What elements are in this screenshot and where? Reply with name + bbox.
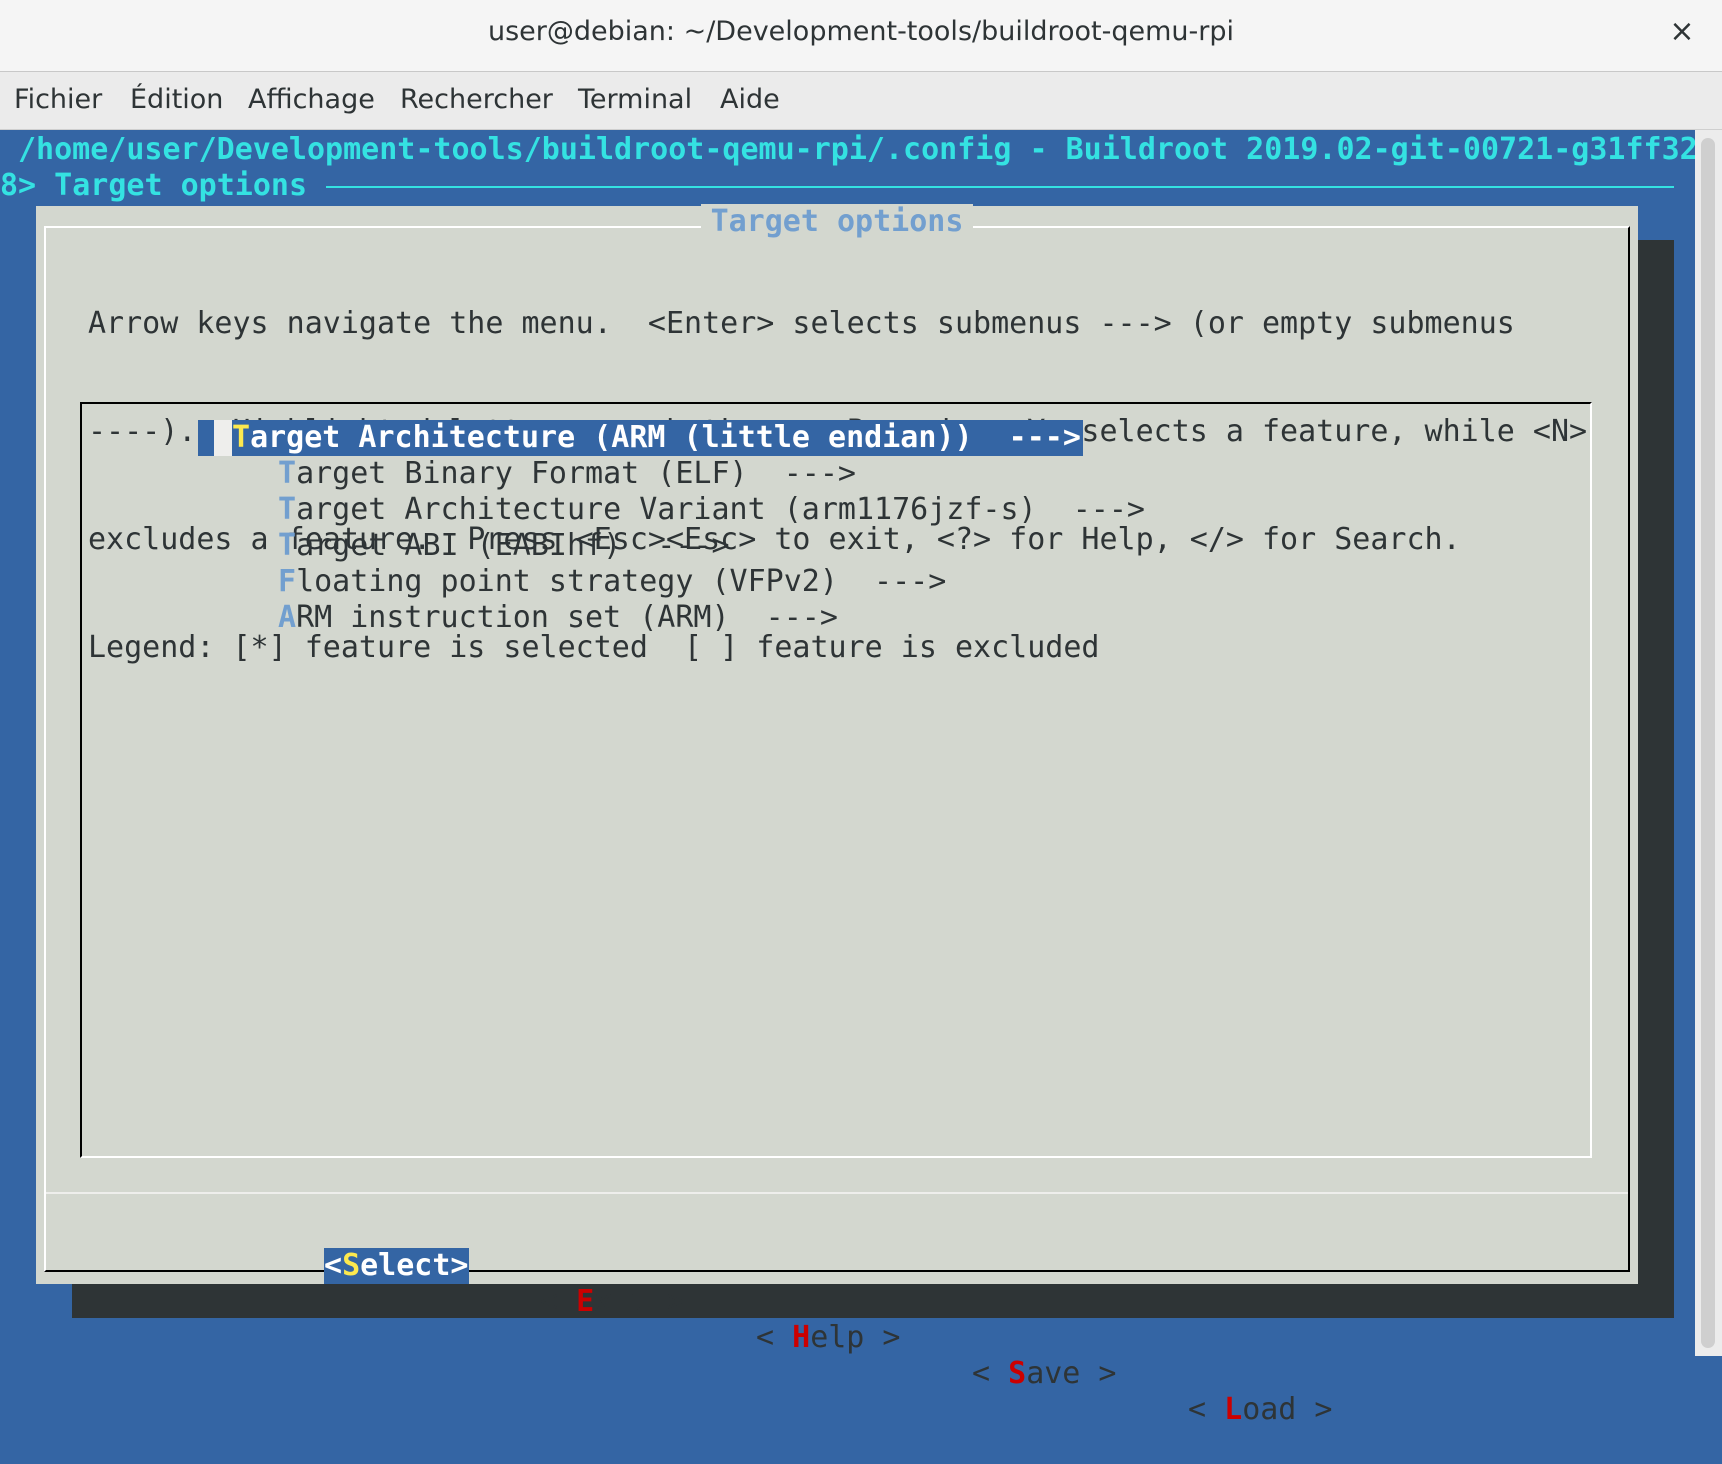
- button-separator: [46, 1192, 1628, 1194]
- btn-text: elect>: [360, 1248, 469, 1283]
- btn-hotkey: H: [792, 1320, 811, 1355]
- cursor-block: [214, 420, 232, 456]
- menu-list: Target Architecture (ARM (little endian)…: [80, 402, 1592, 1158]
- hotkey: T: [278, 456, 297, 491]
- hotkey: F: [278, 564, 297, 599]
- item-label: RM instruction set (ARM) --->: [296, 600, 838, 635]
- help-line: Arrow keys navigate the menu. <Enter> se…: [88, 306, 1515, 341]
- header-rule: [326, 186, 1674, 188]
- menu-item-target-abi[interactable]: Target ABI (EABIhf) --->: [278, 528, 730, 564]
- hotkey: T: [232, 420, 251, 455]
- menu-item-architecture-variant[interactable]: Target Architecture Variant (arm1176jzf-…: [278, 492, 1145, 528]
- menu-bar: Fichier Édition Affichage Rechercher Ter…: [0, 72, 1722, 130]
- cursor-marker: [198, 420, 214, 456]
- btn-text: elp >: [810, 1320, 901, 1355]
- btn-hotkey: L: [1224, 1392, 1243, 1427]
- btn-text: ave >: [1026, 1356, 1117, 1391]
- hotkey: T: [278, 492, 297, 527]
- item-label: arget ABI (EABIhf) --->: [296, 528, 730, 563]
- menuconfig-dialog: Target options Arrow keys navigate the m…: [36, 204, 1638, 1427]
- btn-hotkey: E: [576, 1284, 595, 1319]
- hotkey: A: [278, 600, 297, 635]
- item-label: arget Binary Format (ELF) --->: [296, 456, 856, 491]
- menu-item-floating-point[interactable]: Floating point strategy (VFPv2) --->: [278, 564, 946, 600]
- item-label: loating point strategy (VFPv2) --->: [296, 564, 947, 599]
- menu-fichier[interactable]: Fichier: [14, 84, 102, 115]
- config-path-header: /home/user/Development-tools/buildroot-q…: [18, 132, 1698, 167]
- terminal-area[interactable]: /home/user/Development-tools/buildroot-q…: [0, 130, 1698, 1427]
- menu-terminal[interactable]: Terminal: [578, 84, 692, 115]
- select-button[interactable]: <Select>: [324, 1248, 469, 1284]
- terminal-scrollbar[interactable]: [1695, 130, 1722, 1356]
- help-button[interactable]: < Help >: [756, 1320, 901, 1356]
- window-titlebar: user@debian: ~/Development-tools/buildro…: [0, 0, 1722, 72]
- btn-text: <: [540, 1284, 577, 1319]
- btn-text: <: [756, 1320, 793, 1355]
- item-label: arget Architecture Variant (arm1176jzf-s…: [296, 492, 1145, 527]
- button-bar: <Select> < Exit > < Help > < Save > < Lo…: [36, 1212, 1638, 1464]
- menu-rechercher[interactable]: Rechercher: [400, 84, 553, 115]
- menu-edition[interactable]: Édition: [130, 84, 223, 115]
- btn-text: xit >: [594, 1284, 685, 1319]
- menu-affichage[interactable]: Affichage: [248, 84, 375, 115]
- save-button[interactable]: < Save >: [972, 1356, 1117, 1392]
- scrollbar-thumb[interactable]: [1701, 138, 1715, 1348]
- menu-aide[interactable]: Aide: [720, 84, 780, 115]
- menu-item-binary-format[interactable]: Target Binary Format (ELF) --->: [278, 456, 856, 492]
- btn-hotkey: S: [342, 1248, 361, 1283]
- btn-text: <: [324, 1248, 343, 1283]
- btn-hotkey: S: [1008, 1356, 1027, 1391]
- exit-button[interactable]: < Exit >: [540, 1284, 685, 1320]
- btn-text: oad >: [1242, 1392, 1333, 1427]
- hotkey: T: [278, 528, 297, 563]
- load-button[interactable]: < Load >: [1188, 1392, 1333, 1428]
- btn-text: <: [1188, 1392, 1225, 1427]
- btn-text: <: [972, 1356, 1009, 1391]
- close-icon[interactable]: ×: [1664, 14, 1700, 50]
- menu-item-target-architecture[interactable]: Target Architecture (ARM (little endian)…: [232, 420, 1083, 456]
- window-title: user@debian: ~/Development-tools/buildro…: [487, 16, 1235, 47]
- breadcrumb: 8> Target options: [0, 168, 308, 203]
- item-label: arget Architecture (ARM (little endian))…: [250, 420, 1081, 455]
- menu-item-instruction-set[interactable]: ARM instruction set (ARM) --->: [278, 600, 838, 636]
